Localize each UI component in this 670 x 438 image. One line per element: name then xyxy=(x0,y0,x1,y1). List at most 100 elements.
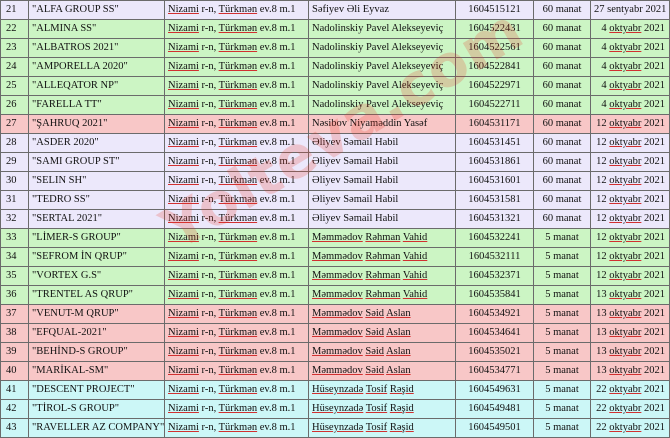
person-name-word: Məmmədov xyxy=(312,251,363,262)
person-name-word: Səid xyxy=(365,308,385,319)
person-name-cell: Nadolinskiy Pavel Alekseyeviç xyxy=(308,95,456,115)
address-part: ev.8 m.1 xyxy=(257,384,296,395)
address-part: ev.8 m.1 xyxy=(257,4,296,15)
person-name-word: Vahid xyxy=(402,270,428,281)
person-name-word: Yasəf xyxy=(403,118,428,129)
address-part: r-n, xyxy=(198,251,219,262)
row-number-cell: 43 xyxy=(0,418,29,438)
date-part: 2021 xyxy=(644,213,665,224)
registry-table: 21 "ALFA GROUP SS" Nizami r-n, Türkmən ev.… xyxy=(0,0,670,438)
person-name-word: Əliyev xyxy=(312,137,341,148)
date-cell: 13 oktyabr 2021 xyxy=(590,361,670,381)
date-part: oktyabr xyxy=(609,156,642,167)
row-number-cell: 31 xyxy=(0,190,29,210)
address-cell: Nizami r-n, Türkmən ev.8 m.1 xyxy=(164,247,309,267)
fee-cell: 5 manat xyxy=(533,266,591,286)
address-part: r-n, xyxy=(198,118,219,129)
company-name-cell: "SERTAL 2021" xyxy=(28,209,165,229)
person-name-word: Rəhman xyxy=(365,270,401,281)
row-number-cell: 22 xyxy=(0,19,29,39)
table-row: 22 "ALMINA SS" Nizami r-n, Türkmən ev.8 m.… xyxy=(0,19,670,39)
date-cell: 13 oktyabr 2021 xyxy=(590,285,670,305)
fee-cell: 5 manat xyxy=(533,380,591,400)
fee-cell: 5 manat xyxy=(533,304,591,324)
row-number-cell: 26 xyxy=(0,95,29,115)
company-name-cell: "SELIN SH" xyxy=(28,171,165,191)
person-name-word: Səmail xyxy=(343,213,373,224)
person-name-cell: Məmmədov Rəhman Vahid xyxy=(308,247,456,267)
date-part: oktyabr xyxy=(609,403,642,414)
date-part: oktyabr xyxy=(609,137,642,148)
person-name-word: Hüseynzadə xyxy=(312,384,364,395)
address-part: ev.8 m.1 xyxy=(257,61,296,72)
company-name-cell: "LİMER-S GROUP" xyxy=(28,228,165,248)
address-part: ev.8 m.1 xyxy=(257,403,296,414)
date-part: oktyabr xyxy=(609,80,642,91)
address-part: Nizami xyxy=(168,156,199,167)
address-part: Nizami xyxy=(168,4,199,15)
address-part: Nizami xyxy=(168,365,199,376)
person-name-word: Niyaməddin xyxy=(349,118,402,129)
person-name-cell: Nadolinskiy Pavel Alekseyeviç xyxy=(308,57,456,77)
person-name-word: Rəşid xyxy=(389,384,414,395)
address-part: Türkmən xyxy=(218,99,258,110)
table-row: 37 "VENUT-M QRUP" Nizami r-n, Türkmən ev.8… xyxy=(0,304,670,324)
date-part: 2021 xyxy=(644,23,665,34)
address-part: r-n, xyxy=(198,23,219,34)
date-part: 2021 xyxy=(644,346,665,357)
company-name-cell: "BEHİND-S GROUP" xyxy=(28,342,165,362)
person-name-word: Pavel xyxy=(365,23,390,34)
address-part: Türkmən xyxy=(218,346,258,357)
fee-cell: 5 manat xyxy=(533,285,591,305)
address-cell: Nizami r-n, Türkmən ev.8 m.1 xyxy=(164,190,309,210)
person-name-cell: Hüseynzadə Tosif Rəşid xyxy=(308,399,456,419)
person-name-word: Əliyev xyxy=(312,194,341,205)
person-name-word: Habil xyxy=(375,137,399,148)
person-name-word: Nadolinskiy xyxy=(312,61,364,72)
date-part: 2021 xyxy=(644,175,665,186)
address-part: ev.8 m.1 xyxy=(257,308,296,319)
tax-code-cell: 1604532241 xyxy=(455,228,534,248)
date-cell: 4 oktyabr 2021 xyxy=(590,76,670,96)
person-name-word: Rəhman xyxy=(365,251,401,262)
address-part: Türkmən xyxy=(218,365,258,376)
person-name-word: Habil xyxy=(375,156,399,167)
person-name-word: Səid xyxy=(365,365,385,376)
person-name-word: Rəşid xyxy=(389,422,414,433)
address-part: Türkmən xyxy=(218,194,258,205)
date-part: oktyabr xyxy=(609,175,642,186)
address-part: Türkmən xyxy=(218,4,258,15)
date-part: 12 xyxy=(596,232,607,243)
person-name-word: Vahid xyxy=(402,251,428,262)
person-name-word: Habil xyxy=(375,213,399,224)
tax-code-cell: 1604522431 xyxy=(455,19,534,39)
row-number-cell: 32 xyxy=(0,209,29,229)
fee-cell: 60 manat xyxy=(533,171,591,191)
person-name-word: Səfiyev xyxy=(312,4,345,15)
address-part: Türkmən xyxy=(218,308,258,319)
address-part: Türkmən xyxy=(218,251,258,262)
company-name-cell: "ALLEQATOR NP" xyxy=(28,76,165,96)
date-part: oktyabr xyxy=(609,308,642,319)
address-part: Türkmən xyxy=(218,61,258,72)
person-name-word: Səmail xyxy=(343,175,373,186)
date-part: oktyabr xyxy=(609,232,642,243)
date-part: 2021 xyxy=(644,61,665,72)
table-row: 40 "MARİKAL-SM" Nizami r-n, Türkmən ev.8 m… xyxy=(0,361,670,381)
table-row: 33 "LİMER-S GROUP" Nizami r-n, Türkmən ev.… xyxy=(0,228,670,248)
fee-cell: 5 manat xyxy=(533,323,591,343)
row-number-cell: 40 xyxy=(0,361,29,381)
person-name-word: Nəsibov xyxy=(312,118,347,129)
fee-cell: 60 manat xyxy=(533,76,591,96)
person-name-word: Hüseynzadə xyxy=(312,403,364,414)
fee-cell: 60 manat xyxy=(533,19,591,39)
row-number-cell: 21 xyxy=(0,0,29,20)
person-name-word: Səid xyxy=(365,327,385,338)
date-part: oktyabr xyxy=(609,23,642,34)
tax-code-cell: 1604531861 xyxy=(455,152,534,172)
address-part: ev.8 m.1 xyxy=(257,118,296,129)
address-cell: Nizami r-n, Türkmən ev.8 m.1 xyxy=(164,418,309,438)
tax-code-cell: 1604522711 xyxy=(455,95,534,115)
tax-code-cell: 1604549631 xyxy=(455,380,534,400)
person-name-word: Eyvaz xyxy=(362,4,389,15)
